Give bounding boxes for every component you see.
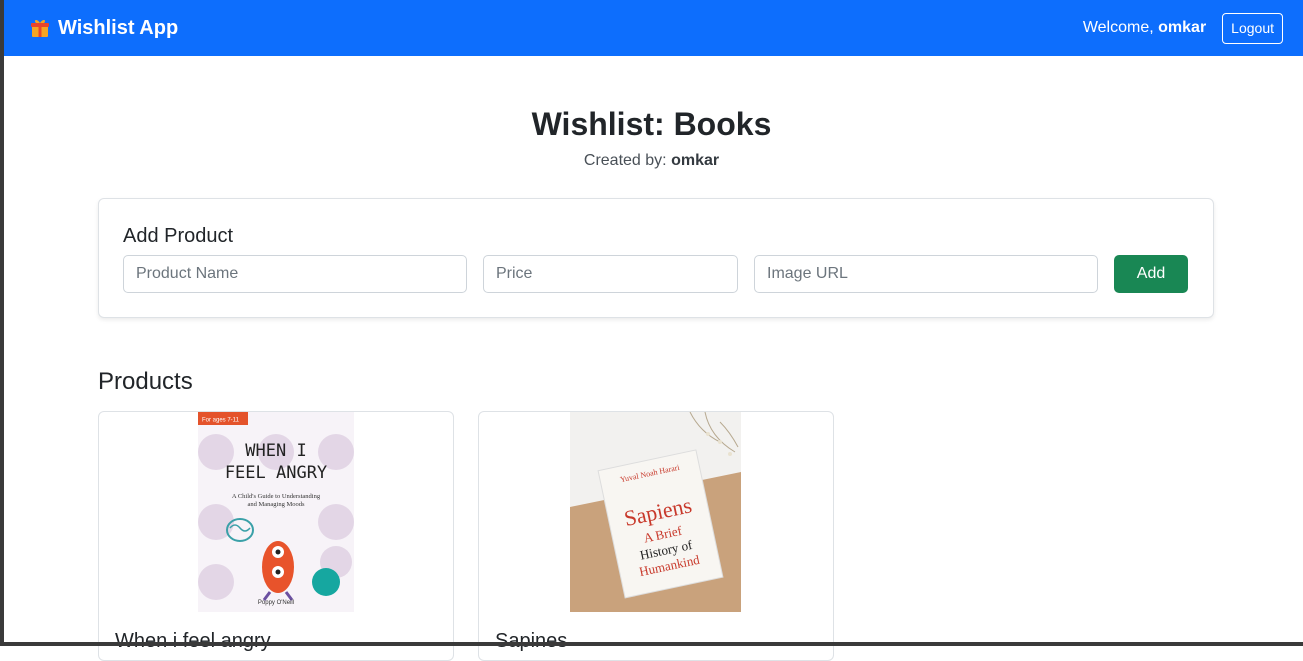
cover-subtitle-line2: and Managing Moods xyxy=(247,501,305,508)
add-product-card: Add Product Add xyxy=(98,198,1214,318)
logout-button[interactable]: Logout xyxy=(1222,12,1283,44)
image-url-input[interactable] xyxy=(754,255,1098,293)
welcome-prefix: Welcome, xyxy=(1082,19,1154,36)
welcome-text: Welcome, omkar xyxy=(1083,19,1206,37)
cover-title-line1: WHEN I xyxy=(245,441,306,461)
cover-subtitle-line1: A Child's Guide to Understanding xyxy=(232,493,321,500)
product-card: Yuval Noah Harari Sapiens A Brief Histor… xyxy=(478,411,834,661)
cover-title-line2: FEEL ANGRY xyxy=(225,463,327,483)
window-frame-left xyxy=(0,0,4,646)
product-image: Yuval Noah Harari Sapiens A Brief Histor… xyxy=(570,412,741,612)
navbar: Wishlist App Welcome, omkar Logout xyxy=(4,0,1303,56)
created-by-label: Created by: xyxy=(583,152,667,169)
cover-badge: For ages 7-11 xyxy=(202,418,240,424)
product-name-input[interactable] xyxy=(123,255,467,293)
cover-author: Poppy O'Neill xyxy=(258,600,294,606)
created-by-user: omkar xyxy=(671,152,720,169)
add-button[interactable]: Add xyxy=(1114,255,1188,293)
products-heading: Products xyxy=(98,368,193,395)
product-image: For ages 7-11 WHEN I FEEL ANGRY A Child'… xyxy=(198,412,354,612)
page-title: Wishlist: Books xyxy=(531,106,772,142)
created-by: Created by: omkar xyxy=(0,152,1303,170)
brand-name: Wishlist App xyxy=(58,16,179,39)
gift-icon xyxy=(31,19,49,37)
window-frame-bottom xyxy=(0,642,1303,646)
brand-link[interactable]: Wishlist App xyxy=(30,17,178,40)
price-input[interactable] xyxy=(483,255,738,293)
add-product-title: Add Product xyxy=(123,225,234,247)
user-area: Welcome, omkar Logout xyxy=(1083,12,1283,44)
product-card: For ages 7-11 WHEN I FEEL ANGRY A Child'… xyxy=(98,411,454,661)
username: omkar xyxy=(1158,19,1207,36)
